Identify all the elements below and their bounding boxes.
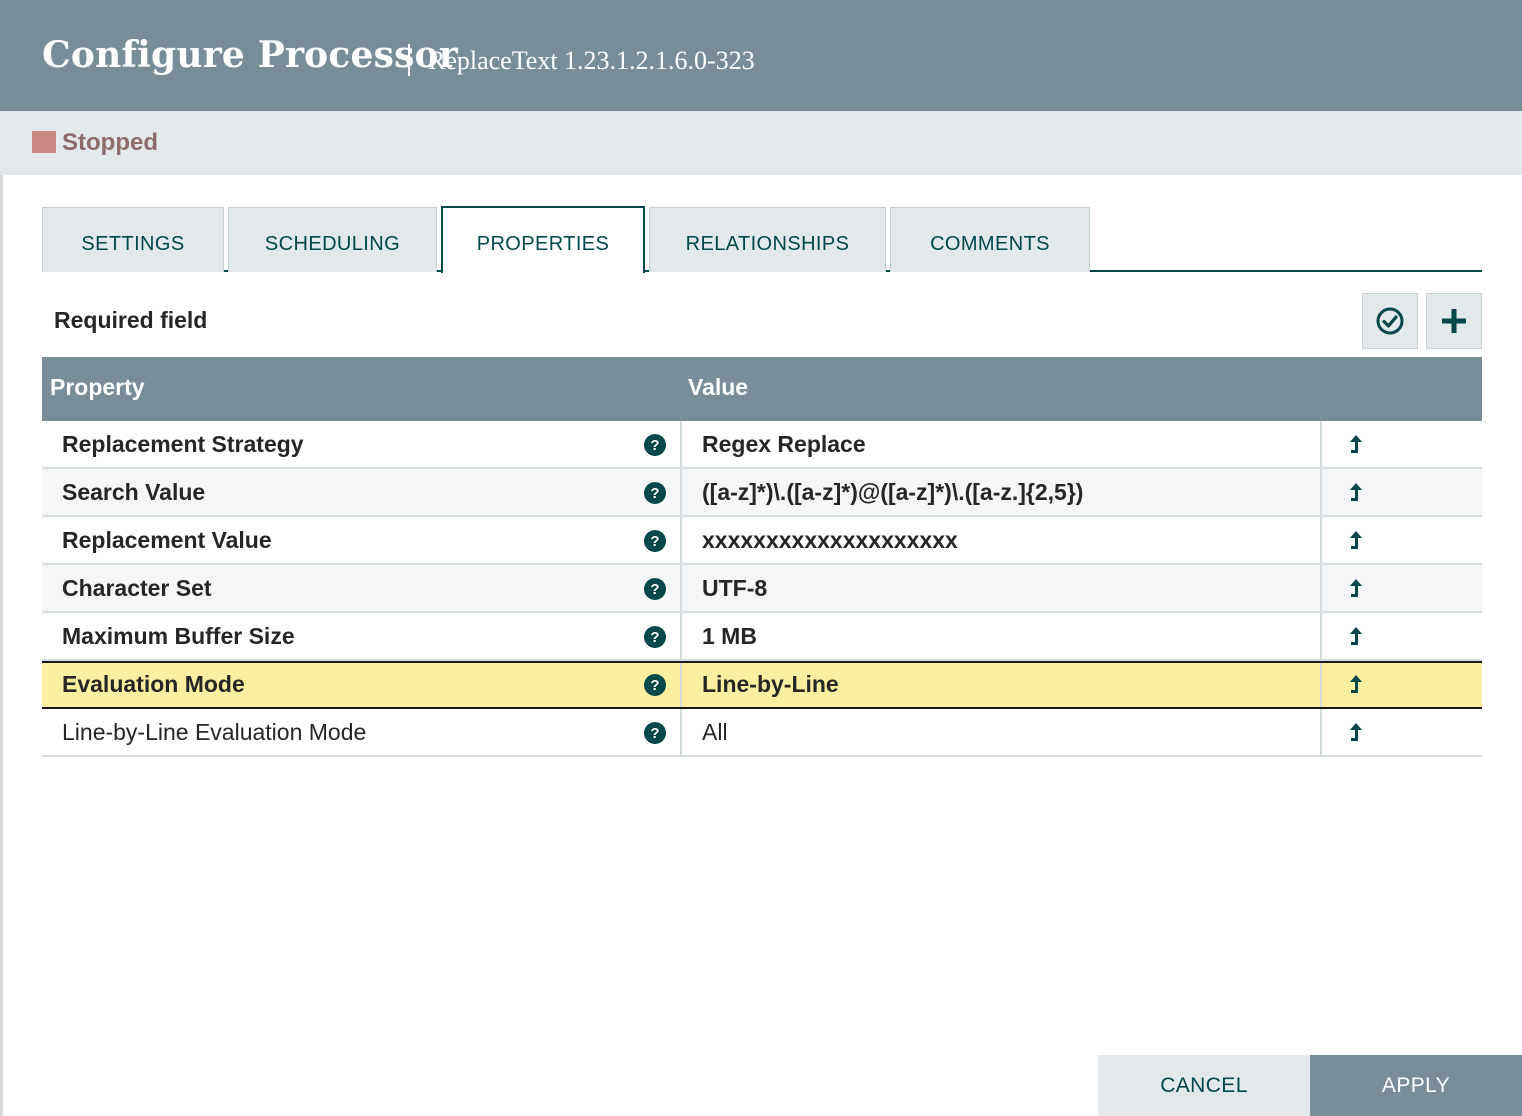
table-row[interactable]: Search Value ? ([a-z]*)\.([a-z]*)@([a-z]… (42, 469, 1482, 517)
property-value[interactable]: Regex Replace (702, 431, 866, 458)
verify-properties-button[interactable] (1362, 293, 1418, 349)
go-to-icon[interactable] (1344, 527, 1368, 553)
column-header-value[interactable]: Value (688, 374, 748, 401)
property-name: Maximum Buffer Size (62, 623, 295, 649)
column-divider (680, 613, 682, 659)
table-row[interactable]: Line-by-Line Evaluation Mode ? All (42, 709, 1482, 757)
column-divider (1320, 663, 1322, 707)
property-name: Character Set (62, 575, 212, 601)
column-divider (1320, 613, 1322, 659)
help-icon[interactable]: ? (644, 482, 666, 504)
table-row[interactable]: Replacement Value ? xxxxxxxxxxxxxxxxxxxx (42, 517, 1482, 565)
tab-settings[interactable]: SETTINGS (42, 207, 224, 272)
help-icon[interactable]: ? (644, 722, 666, 744)
column-divider (680, 709, 682, 755)
property-value[interactable]: All (702, 719, 728, 746)
column-divider (1320, 421, 1322, 467)
tab-relationships-label: RELATIONSHIPS (685, 232, 850, 255)
help-icon[interactable]: ? (644, 674, 666, 696)
column-divider (680, 565, 682, 611)
property-name: Evaluation Mode (62, 671, 245, 697)
table-row-selected[interactable]: Evaluation Mode ? Line-by-Line (42, 661, 1482, 709)
property-name: Replacement Strategy (62, 431, 304, 457)
help-icon[interactable]: ? (644, 578, 666, 600)
tab-scheduling-label: SCHEDULING (264, 232, 401, 255)
tab-comments[interactable]: COMMENTS (890, 207, 1090, 272)
tab-settings-label: SETTINGS (81, 232, 185, 255)
go-to-icon[interactable] (1344, 719, 1368, 745)
dialog-header: Configure Processor ReplaceText 1.23.1.2… (0, 0, 1522, 111)
table-row[interactable]: Maximum Buffer Size ? 1 MB (42, 613, 1482, 661)
dialog-title: Configure Processor (42, 34, 458, 76)
tab-scheduling[interactable]: SCHEDULING (228, 207, 437, 272)
processor-type-version: ReplaceText 1.23.1.2.1.6.0-323 (428, 46, 755, 75)
column-divider (680, 663, 682, 707)
header-divider (408, 44, 410, 76)
go-to-icon[interactable] (1344, 575, 1368, 601)
column-divider (680, 469, 682, 515)
property-name: Search Value (62, 479, 206, 505)
column-header-property[interactable]: Property (50, 374, 145, 401)
help-icon[interactable]: ? (644, 530, 666, 552)
check-circle-icon (1376, 307, 1404, 335)
table-row[interactable]: Character Set ? UTF-8 (42, 565, 1482, 613)
go-to-icon[interactable] (1344, 431, 1368, 457)
status-bar (0, 111, 1522, 175)
stopped-icon (32, 131, 56, 153)
active-tab-gap (443, 270, 643, 272)
cancel-button[interactable]: CANCEL (1098, 1055, 1310, 1116)
column-divider (1320, 469, 1322, 515)
tab-comments-label: COMMENTS (930, 232, 1050, 255)
column-divider (680, 517, 682, 563)
go-to-icon[interactable] (1344, 479, 1368, 505)
apply-button[interactable]: APPLY (1310, 1055, 1522, 1116)
required-field-label: Required field (54, 307, 208, 333)
property-value[interactable]: xxxxxxxxxxxxxxxxxxxx (702, 527, 958, 554)
help-icon[interactable]: ? (644, 434, 666, 456)
properties-table: Property Value Replacement Strategy ? Re… (42, 357, 1482, 757)
property-value[interactable]: 1 MB (702, 623, 757, 650)
add-property-button[interactable] (1426, 293, 1482, 349)
property-name: Replacement Value (62, 527, 272, 553)
go-to-icon[interactable] (1344, 623, 1368, 649)
status-label: Stopped (62, 129, 158, 156)
property-value[interactable]: UTF-8 (702, 575, 767, 602)
tab-properties[interactable]: PROPERTIES (441, 206, 645, 273)
column-divider (1320, 565, 1322, 611)
table-header: Property Value (42, 357, 1482, 421)
property-value[interactable]: Line-by-Line (702, 671, 839, 698)
plus-icon (1442, 309, 1466, 333)
table-row[interactable]: Replacement Strategy ? Regex Replace (42, 421, 1482, 469)
tab-relationships[interactable]: RELATIONSHIPS (649, 207, 886, 272)
column-divider (1320, 517, 1322, 563)
property-name: Line-by-Line Evaluation Mode (62, 719, 367, 745)
help-icon[interactable]: ? (644, 626, 666, 648)
property-value[interactable]: ([a-z]*)\.([a-z]*)@([a-z]*)\.([a-z.]{2,5… (702, 479, 1083, 506)
column-divider (680, 421, 682, 467)
go-to-icon[interactable] (1344, 671, 1368, 697)
tab-properties-label: PROPERTIES (476, 233, 610, 255)
column-divider (1320, 709, 1322, 755)
